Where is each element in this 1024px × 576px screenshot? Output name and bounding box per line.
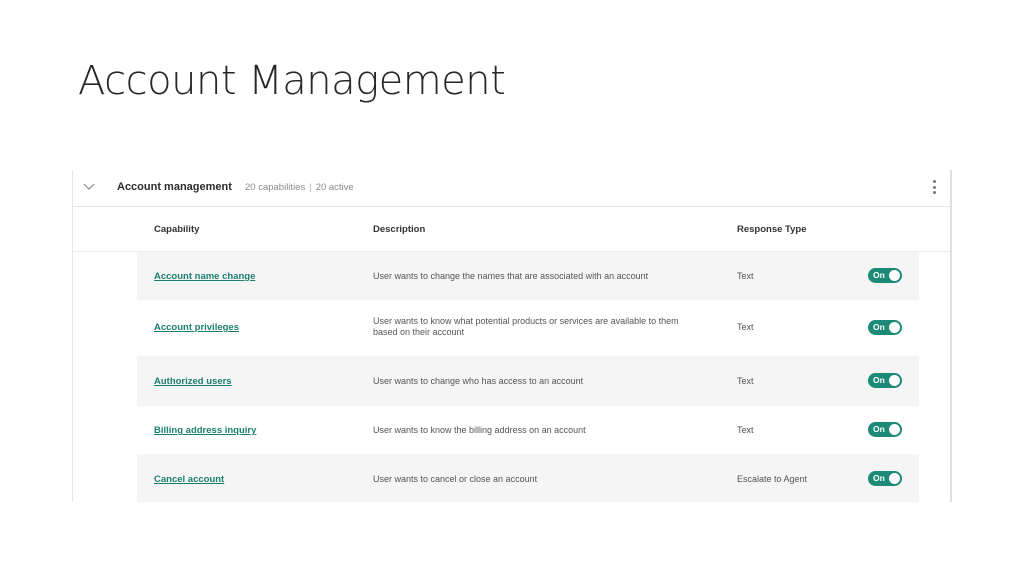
toggle-label: On xyxy=(873,270,885,280)
toggle-knob xyxy=(889,375,900,386)
capability-toggle[interactable]: On xyxy=(868,373,902,388)
table-row: Billing address inquiry User wants to kn… xyxy=(137,406,919,454)
column-header-capability: Capability xyxy=(154,224,200,235)
capability-description: User wants to change the names that are … xyxy=(373,271,649,281)
toggle-label: On xyxy=(873,473,885,483)
group-header: Account management 20 capabilities | 20 ac… xyxy=(73,170,950,207)
group-title: Account management xyxy=(117,181,232,193)
capability-link[interactable]: Account privileges xyxy=(154,322,239,333)
page-title: Account Management xyxy=(78,58,506,104)
capability-description: User wants to change who has access to a… xyxy=(373,376,584,386)
capability-link[interactable]: Account name change xyxy=(154,271,255,282)
table-header: Capability Description Response Type xyxy=(73,207,950,252)
response-type: Text xyxy=(737,322,754,332)
table-row: Cancel account User wants to cancel or c… xyxy=(137,454,919,502)
table-row: Account privileges User wants to know wh… xyxy=(137,300,919,356)
column-header-response-type: Response Type xyxy=(737,224,807,235)
capability-link[interactable]: Cancel account xyxy=(154,474,224,485)
response-type: Escalate to Agent xyxy=(737,474,808,484)
toggle-knob xyxy=(889,473,900,484)
response-type: Text xyxy=(737,376,754,386)
capability-toggle[interactable]: On xyxy=(868,471,902,486)
kebab-menu-icon[interactable] xyxy=(932,180,936,194)
table-row: Authorized users User wants to change wh… xyxy=(137,356,919,406)
table-row: Account name change User wants to change… xyxy=(137,252,919,300)
toggle-label: On xyxy=(873,424,885,434)
toggle-label: On xyxy=(873,375,885,385)
toggle-knob xyxy=(889,424,900,435)
capability-toggle[interactable]: On xyxy=(868,422,902,437)
response-type: Text xyxy=(737,425,754,435)
meta-separator: | xyxy=(309,182,312,193)
capability-toggle[interactable]: On xyxy=(868,320,902,335)
capability-link[interactable]: Billing address inquiry xyxy=(154,425,256,436)
chevron-down-icon[interactable] xyxy=(83,183,95,191)
capability-toggle[interactable]: On xyxy=(868,268,902,283)
active-count: 20 active xyxy=(315,182,354,193)
capabilities-count: 20 capabilities xyxy=(245,182,306,193)
capability-description: User wants to cancel or close an account xyxy=(373,474,538,484)
toggle-knob xyxy=(889,322,900,333)
capabilities-panel: Account management 20 capabilities | 20 ac… xyxy=(72,170,952,502)
response-type: Text xyxy=(737,271,754,281)
capability-description: User wants to know what potential produc… xyxy=(373,316,679,337)
capability-description: User wants to know the billing address o… xyxy=(373,425,586,435)
slide: Account Management Account management 20… xyxy=(0,0,1024,576)
column-header-description: Description xyxy=(373,224,426,235)
capability-link[interactable]: Authorized users xyxy=(154,376,232,387)
group-meta: 20 capabilities | 20 active xyxy=(245,182,354,193)
toggle-knob xyxy=(889,270,900,281)
toggle-label: On xyxy=(873,322,885,332)
